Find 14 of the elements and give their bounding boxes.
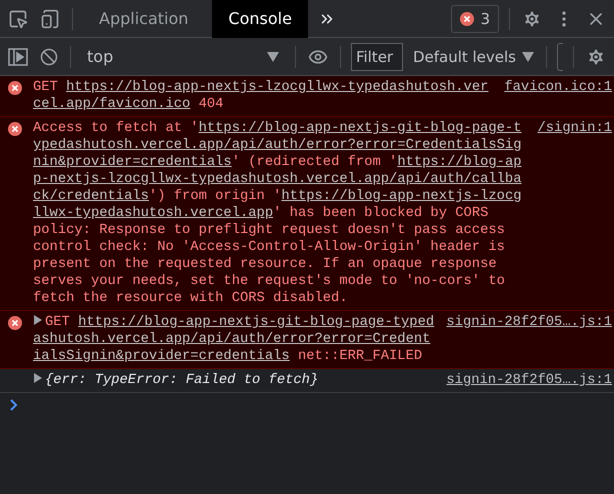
error-message: Access to fetch at 'https://blog-app-nextjs-git-blog-page-typedashutosh.vercel.app/api/auth/error?error=CredentialsSignin&provider=credentials' (redirected from 'https://blog-app-nextjs-lzocgllwx-typedashutosh.vercel.app/api/auth/callback/credentials') from origin 'https://blog-app-nextjs-lzocgllwx-typedashutosh.vercel.app' has been blocked by CORS policy: Response to preflight request doesn't pass access control check: No 'Access-Control-Allow-Origin' header is present on the requested resource. If an opaque response serves your needs, set the request's mode to 'no-cors' to fetch the resource with CORS disabled. bbox=[33, 120, 523, 307]
source-link[interactable]: favicon.ico:1 bbox=[504, 79, 612, 96]
filter-field[interactable]: Filter bbox=[350, 42, 403, 70]
error-message: GET https://blog-app-nextjs-lzocgllwx-typedashutosh.vercel.app/favicon.ico 404 bbox=[33, 79, 490, 113]
log-message: {err: TypeError: Failed to fetch} bbox=[33, 372, 436, 389]
error-count-badge[interactable]: 3 bbox=[451, 4, 499, 32]
source-link[interactable]: /signin:1 bbox=[537, 120, 612, 137]
source-link[interactable]: signin-28f2f05….js:1 bbox=[446, 372, 612, 389]
log-levels-dropdown[interactable]: Default levels bbox=[410, 48, 536, 66]
source-link[interactable]: signin-28f2f05….js:1 bbox=[446, 314, 612, 331]
panel-tab[interactable]: Application bbox=[83, 0, 204, 38]
error-message: GET https://blog-app-nextjs-git-blog-page-typedashutosh.vercel.app/api/auth/error?error=CredentialsSignin&provider=credentials net::ERR_FAILED bbox=[33, 314, 436, 365]
panel-tab[interactable]: Console bbox=[212, 0, 308, 38]
context-dropdown[interactable]: top bbox=[81, 42, 285, 70]
